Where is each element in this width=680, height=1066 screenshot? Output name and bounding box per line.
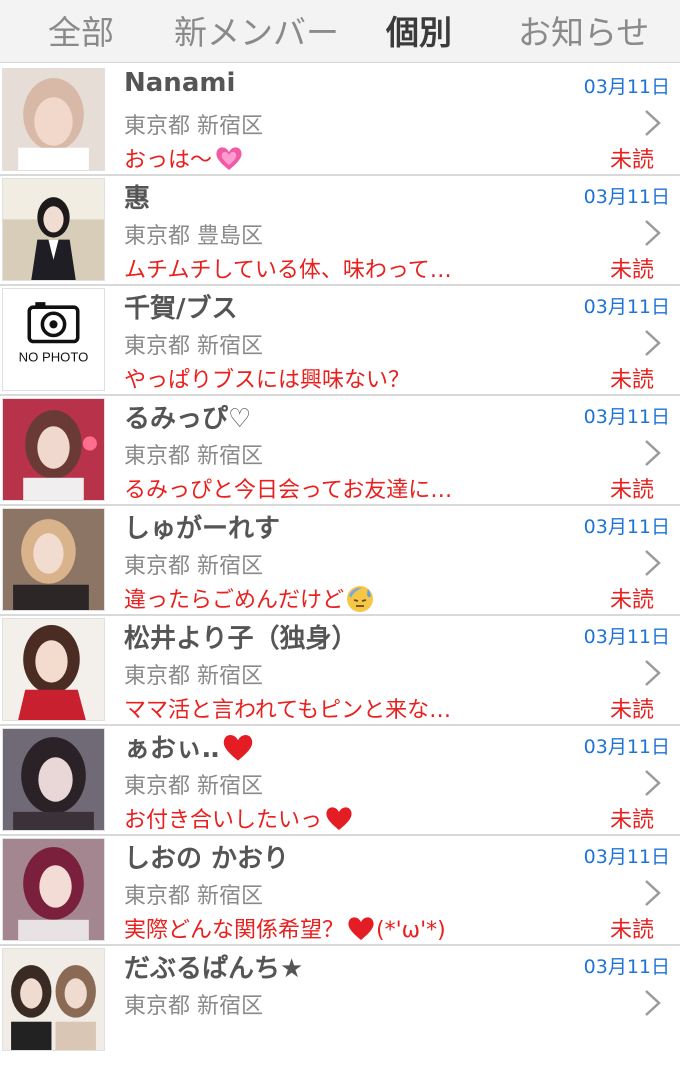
message-row[interactable]: しゅがーれす 03月11日 東京都 新宿区 違ったらごめんだけど 未読: [0, 506, 680, 616]
sender-name: しおの かおり: [124, 844, 290, 874]
sender-name: 惠: [124, 184, 151, 214]
unread-badge: 未読: [609, 808, 654, 833]
message-row[interactable]: しおの かおり 03月11日 東京都 新宿区 実際どんな関係希望？ (*'ω'*)…: [0, 836, 680, 946]
message-preview: やっぱりブスには興味ない？: [124, 368, 411, 393]
tab-bar: 全部 新メンバー 個別 お知らせ: [0, 0, 680, 63]
unread-badge: 未読: [609, 368, 654, 393]
tab-individual[interactable]: 個別: [386, 6, 452, 54]
message-date: 03月11日: [583, 296, 670, 318]
message-date: 03月11日: [583, 76, 670, 98]
message-date: 03月11日: [583, 846, 670, 868]
chevron-right-icon: [645, 220, 661, 246]
sender-name: 千賀/ブス: [124, 294, 238, 324]
sender-name: しゅがーれす: [124, 514, 281, 544]
message-row[interactable]: 惠 03月11日 東京都 豊島区 ムチムチしている体、味わって… 未読: [0, 176, 680, 286]
tab-new-members[interactable]: 新メンバー: [174, 6, 339, 54]
unread-badge: 未読: [609, 478, 654, 503]
message-row[interactable]: 松井より子（独身） 03月11日 東京都 新宿区 ママ活と言われてもピンと来な……: [0, 616, 680, 726]
chevron-right-icon: [645, 550, 661, 576]
unread-badge: 未読: [609, 588, 654, 613]
message-list: Nanami 03月11日 東京都 新宿区 おっは〜 未読 惠 03月11日 東…: [0, 66, 680, 1066]
sender-location: 東京都 新宿区: [124, 554, 263, 579]
chevron-right-icon: [645, 330, 661, 356]
avatar: [2, 508, 105, 611]
red-heart-icon: [326, 807, 352, 830]
sender-location: 東京都 新宿区: [124, 774, 263, 799]
sender-location: 東京都 新宿区: [124, 114, 263, 139]
chevron-right-icon: [645, 440, 661, 466]
message-row[interactable]: ぁおぃ‥ 03月11日 東京都 新宿区 お付き合いしたいっ 未読: [0, 726, 680, 836]
unread-badge: 未読: [609, 258, 654, 283]
message-preview: 違ったらごめんだけど: [124, 582, 374, 614]
avatar: [2, 728, 105, 831]
chevron-right-icon: [645, 110, 661, 136]
sender-name: だぶるぱんち★: [124, 954, 304, 984]
red-heart-icon: [348, 917, 374, 940]
sender-name: Nanami: [124, 68, 236, 98]
avatar: [2, 178, 105, 281]
message-preview: おっは〜: [124, 142, 244, 174]
sender-location: 東京都 新宿区: [124, 994, 263, 1019]
message-date: 03月11日: [583, 406, 670, 428]
camera-icon: [27, 302, 80, 344]
message-date: 03月11日: [583, 736, 670, 758]
avatar: [2, 68, 105, 171]
unread-badge: 未読: [609, 918, 654, 943]
sender-location: 東京都 新宿区: [124, 884, 263, 909]
unread-badge: 未読: [609, 148, 654, 173]
sparkling-heart-icon: [216, 147, 242, 170]
message-date: 03月11日: [583, 516, 670, 538]
no-photo-avatar: NO PHOTO: [2, 288, 105, 391]
chevron-right-icon: [645, 990, 661, 1016]
chevron-right-icon: [645, 660, 661, 686]
avatar: [2, 398, 105, 501]
message-preview: ムチムチしている体、味わって…: [124, 258, 452, 283]
message-row[interactable]: Nanami 03月11日 東京都 新宿区 おっは〜 未読: [0, 66, 680, 176]
no-photo-label: NO PHOTO: [19, 350, 89, 365]
sweat-face-icon: [347, 586, 374, 612]
message-date: 03月11日: [583, 956, 670, 978]
message-row[interactable]: NO PHOTO 千賀/ブス 03月11日 東京都 新宿区 やっぱりブスには興味…: [0, 286, 680, 396]
sender-name: 松井より子（独身）: [124, 624, 358, 654]
sender-location: 東京都 豊島区: [124, 224, 263, 249]
message-date: 03月11日: [583, 626, 670, 648]
chevron-right-icon: [645, 770, 661, 796]
sender-name: ぁおぃ‥: [124, 728, 255, 765]
message-date: 03月11日: [583, 186, 670, 208]
message-row[interactable]: るみっぴ♡ 03月11日 東京都 新宿区 るみっぴと今日会ってお友達に… 未読: [0, 396, 680, 506]
tab-all[interactable]: 全部: [48, 6, 114, 54]
tab-notices[interactable]: お知らせ: [518, 6, 649, 54]
avatar: [2, 838, 105, 941]
avatar: [2, 618, 105, 721]
unread-badge: 未読: [609, 698, 654, 723]
avatar: [2, 948, 105, 1051]
sender-location: 東京都 新宿区: [124, 664, 263, 689]
message-preview: 実際どんな関係希望？ (*'ω'*): [124, 912, 446, 944]
chevron-right-icon: [645, 880, 661, 906]
sender-name: るみっぴ♡: [124, 404, 252, 434]
message-preview: るみっぴと今日会ってお友達に…: [124, 478, 453, 503]
sender-location: 東京都 新宿区: [124, 334, 263, 359]
red-heart-icon: [224, 734, 253, 761]
message-row[interactable]: だぶるぱんち★ 03月11日 東京都 新宿区: [0, 946, 680, 1066]
message-preview: ママ活と言われてもピンと来な…: [124, 698, 452, 723]
sender-location: 東京都 新宿区: [124, 444, 263, 469]
message-preview: お付き合いしたいっ: [124, 802, 354, 834]
